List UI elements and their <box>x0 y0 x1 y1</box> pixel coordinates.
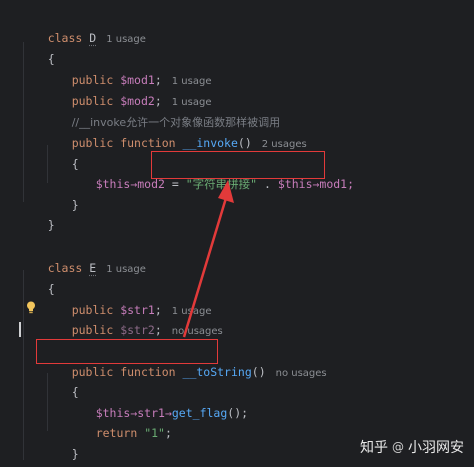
operator: . <box>257 177 278 191</box>
watermark-separator: @ <box>392 440 404 454</box>
code-line: } <box>44 175 79 212</box>
code-line: //__invoke允许一个对象像函数那样被调用 <box>44 92 280 129</box>
brace: } <box>71 447 79 461</box>
keyword: function <box>120 365 176 379</box>
call-end: (); <box>227 406 249 420</box>
code-line: return "1"; <box>68 403 172 440</box>
lightbulb-icon[interactable] <box>26 301 36 314</box>
class-name[interactable]: E <box>89 261 96 275</box>
highlight-box-concat <box>151 151 325 179</box>
method-name[interactable]: __invoke <box>183 136 238 150</box>
code-line: } <box>20 444 55 464</box>
method-call[interactable]: get_flag <box>172 406 227 420</box>
code-line: public $str1; 1 usage <box>44 280 212 317</box>
keyword: public <box>71 323 114 337</box>
watermark: 知乎 @ 小羽网安 <box>360 437 464 457</box>
usage-hint[interactable]: no usages <box>172 326 223 337</box>
semicolon: ; <box>164 426 172 440</box>
watermark-author: 小羽网安 <box>408 440 464 456</box>
method-name[interactable]: __toString <box>183 365 252 379</box>
string-literal[interactable]: "1" <box>144 426 165 440</box>
operator: = <box>164 177 186 191</box>
code-line: { <box>20 29 55 66</box>
keyword: return <box>95 426 138 440</box>
code-line: { <box>20 259 55 296</box>
code-line: public $mod2; 1 usage <box>44 71 212 108</box>
semicolon: ; <box>154 323 162 337</box>
keyword: function <box>120 136 176 150</box>
code-editor[interactable]: class D1 usage { public $mod1; 1 usage pu… <box>0 0 474 467</box>
string-literal[interactable]: "字符串拼接" <box>186 177 257 191</box>
text-cursor <box>19 322 21 337</box>
code-line: public $mod1; 1 usage <box>44 50 212 87</box>
code-line: { <box>44 362 79 399</box>
code-line: } <box>44 424 79 461</box>
code-line: class E1 usage <box>20 238 146 275</box>
watermark-site: 知乎 <box>360 440 388 456</box>
assign-target[interactable]: $this→mod2 <box>96 177 165 191</box>
code-line: $this→str1→get_flag(); <box>68 383 248 420</box>
code-line: public function __invoke() 2 usages <box>44 113 307 150</box>
property-name[interactable]: $str2 <box>120 323 155 337</box>
code-line: public $str2; no usages <box>44 300 223 337</box>
brace: } <box>71 198 79 212</box>
usage-hint[interactable]: 1 usage <box>106 264 146 275</box>
usage-hint[interactable]: no usages <box>276 368 327 379</box>
brace: } <box>47 218 55 232</box>
code-line: class D1 usage <box>20 8 146 45</box>
code-line: { <box>44 134 79 171</box>
highlight-box-tostring <box>36 339 218 364</box>
assign-source[interactable]: $this→mod1; <box>278 177 354 191</box>
parens: () <box>251 365 266 379</box>
class-name[interactable]: D <box>89 31 96 45</box>
usage-hint[interactable]: 2 usages <box>262 139 307 150</box>
parens: () <box>237 136 252 150</box>
code-line: } <box>20 195 55 232</box>
usage-hint[interactable]: 1 usage <box>106 34 146 45</box>
